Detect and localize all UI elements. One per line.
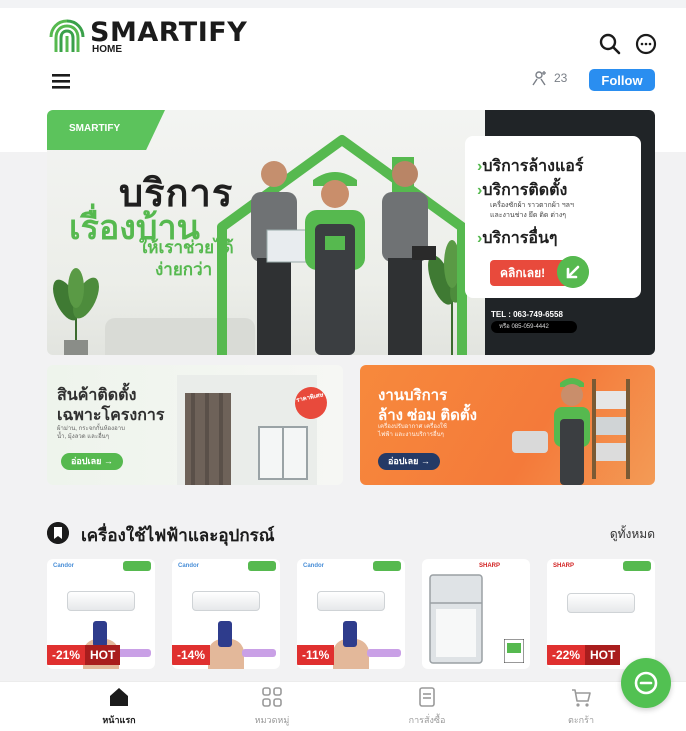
- curtain-window-graphic: [177, 375, 317, 485]
- promo-left-desc: ผ้าม่าน, กระจกกั้นห้องอาบน้ำ, มุ้งลวด แล…: [57, 426, 125, 440]
- bottom-navigation: หน้าแรก หมวดหมู่ การสั่งซื้อ ตะกร้า: [0, 681, 686, 731]
- discount-badge: -22% HOT: [547, 645, 621, 665]
- discount-badge: -11%: [297, 645, 335, 665]
- product-brand: Candor: [178, 563, 199, 569]
- discount-percent: -22%: [547, 645, 586, 665]
- nav-home-label: หน้าแรก: [102, 715, 136, 725]
- product-tag: [623, 561, 651, 571]
- person-add-icon: [532, 71, 546, 86]
- product-card[interactable]: Candor -11%: [297, 559, 405, 669]
- hero-phone-1: TEL : 063-749-6558: [491, 310, 563, 319]
- promo-right-desc: เครื่องปรับอากาศ เครื่องใช้ไฟฟ้า และงานบ…: [378, 424, 447, 438]
- promo-right-shop-button[interactable]: อ่อปเลย →: [378, 453, 440, 470]
- product-card[interactable]: Candor -21% HOT: [47, 559, 155, 669]
- nav-cart[interactable]: ตะกร้า: [536, 686, 626, 727]
- see-all-link[interactable]: ดูทั้งหมด: [610, 525, 655, 544]
- nav-orders-label: การสั่งซื้อ: [408, 715, 446, 725]
- product-strip: [367, 649, 401, 657]
- brand-logo[interactable]: SMARTIFY HOME: [48, 18, 247, 56]
- promo-card-installation[interactable]: สินค้าติดตั้ง เฉพาะโครงการ ผ้าม่าน, กระจ…: [47, 365, 343, 485]
- air-conditioner-graphic: [67, 591, 135, 611]
- service-install-label: บริการติดตั้ง: [482, 182, 568, 199]
- nav-home[interactable]: หน้าแรก: [74, 686, 164, 727]
- followers-number: 23: [554, 71, 568, 85]
- air-conditioner-graphic: [317, 591, 385, 611]
- hero-brand-tag: SMARTIFY: [47, 110, 165, 150]
- product-carousel: Candor -21% HOT Candor -14% Candor -11% …: [47, 559, 667, 669]
- product-card[interactable]: SHARP -22% HOT: [547, 559, 655, 669]
- nav-categories-label: หมวดหมู่: [254, 715, 290, 725]
- promo-card-service[interactable]: งานบริการ ล้าง ซ่อม ติดตั้ง เครื่องปรับอ…: [360, 365, 655, 485]
- discount-percent: -14%: [172, 645, 211, 665]
- energy-label-icon: [504, 639, 524, 663]
- appliances-section-header: เครื่องใช้ไฟฟ้าและอุปกรณ์ ดูทั้งหมด: [47, 522, 655, 545]
- air-conditioner-graphic: [567, 593, 635, 613]
- search-icon[interactable]: [598, 32, 622, 56]
- fingerprint-logo-icon: [49, 19, 85, 52]
- hero-banner[interactable]: SMARTIFY บริการ เรื่องบ้าน ให้เราช่วยได้…: [47, 110, 655, 355]
- hero-brand-label: SMARTIFY: [69, 123, 121, 134]
- product-strip: [242, 649, 276, 657]
- nav-cart-label: ตะกร้า: [567, 715, 594, 725]
- cart-icon: [572, 689, 591, 707]
- discount-badge: -21% HOT: [47, 645, 121, 665]
- technician-tools-graphic: [512, 378, 630, 485]
- phone-graphic: [343, 621, 357, 647]
- product-tag: [248, 561, 276, 571]
- refrigerator-graphic: [429, 574, 483, 664]
- nav-orders[interactable]: การสั่งซื้อ: [382, 686, 472, 727]
- hot-badge: HOT: [85, 645, 121, 665]
- chat-bubble-icon: [634, 671, 658, 695]
- air-conditioner-graphic: [192, 591, 260, 611]
- product-tag: [123, 561, 151, 571]
- nav-categories[interactable]: หมวดหมู่: [227, 686, 317, 727]
- product-card[interactable]: Candor -14%: [172, 559, 280, 669]
- arrow-down-left-icon[interactable]: [557, 256, 589, 288]
- service-item-other: ›บริการอื่นๆ: [477, 230, 558, 247]
- follow-button[interactable]: Follow: [589, 69, 655, 91]
- brand-name: SMARTIFY: [90, 17, 248, 48]
- receipt-icon: [419, 687, 435, 707]
- promo-left-shop-button[interactable]: อ่อปเลย →: [61, 453, 123, 470]
- product-brand: SHARP: [478, 563, 500, 569]
- chat-fab-button[interactable]: [621, 658, 671, 708]
- followers-count: 23: [532, 70, 567, 86]
- service-cleaning-label: บริการล้างแอร์: [482, 158, 584, 175]
- phone-graphic: [218, 621, 232, 647]
- service-item-cleaning: ›บริการล้างแอร์: [477, 158, 584, 175]
- chat-icon[interactable]: [634, 32, 658, 56]
- product-card[interactable]: SHARP: [422, 559, 530, 669]
- hero-phone-2: หรือ 085-059-4442: [491, 321, 577, 333]
- worker-center-graphic: [305, 172, 365, 355]
- product-brand: SHARP: [553, 563, 575, 569]
- install-detail-2: และงานช่าง ยึด ติด ต่างๆ: [490, 212, 567, 219]
- bookmark-icon: [47, 522, 69, 544]
- product-brand: Candor: [53, 563, 74, 569]
- plant-left-graphic: [53, 268, 99, 355]
- hot-badge: HOT: [585, 645, 621, 665]
- discount-percent: -11%: [297, 645, 335, 665]
- product-tag: [373, 561, 401, 571]
- top-strip: [0, 0, 686, 8]
- hero-headline-4: ง่ายกว่า: [155, 260, 213, 279]
- home-icon: [110, 688, 128, 706]
- service-other-label: บริการอื่นๆ: [482, 230, 558, 247]
- app-header: SMARTIFY HOME: [0, 8, 686, 70]
- sub-toolbar: 23 Follow: [0, 66, 686, 100]
- discount-badge: -14%: [172, 645, 211, 665]
- product-brand: Candor: [303, 563, 324, 569]
- discount-percent: -21%: [47, 645, 86, 665]
- grid-icon: [262, 687, 282, 707]
- phone-graphic: [93, 621, 107, 647]
- hamburger-menu-icon[interactable]: [52, 73, 70, 89]
- product-strip: [117, 649, 151, 657]
- section-title: เครื่องใช้ไฟฟ้าและอุปกรณ์: [81, 526, 275, 545]
